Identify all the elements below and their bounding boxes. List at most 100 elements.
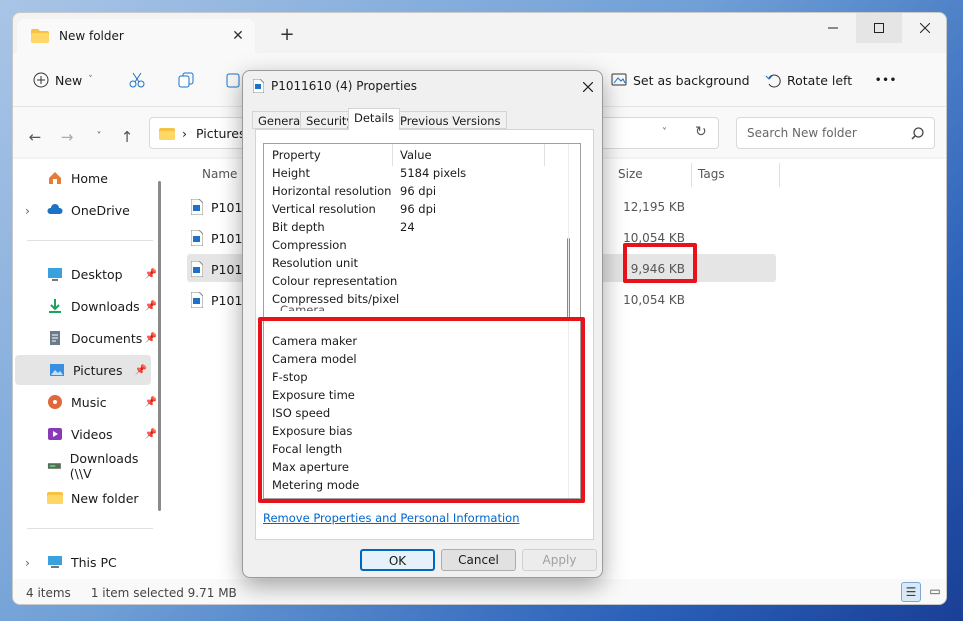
sidebar-item-music[interactable]: Music 📌	[13, 387, 161, 417]
close-tab-icon[interactable]: ✕	[229, 27, 247, 45]
copy-icon	[178, 72, 194, 88]
sidebar-label: OneDrive	[71, 202, 130, 218]
property-name[interactable]: Horizontal resolution	[272, 182, 391, 200]
minimize-button[interactable]	[810, 13, 856, 43]
sidebar-item-new-folder[interactable]: New folder	[13, 483, 161, 513]
tab-details[interactable]: Details	[348, 108, 400, 130]
network-drive-icon	[47, 463, 61, 469]
set-background-button[interactable]: Set as background	[611, 70, 750, 90]
status-bar: 4 items 1 item selected 9.71 MB ☰ ▭	[13, 579, 946, 604]
rotate-left-icon	[765, 74, 781, 88]
sidebar-item-documents[interactable]: Documents 📌	[13, 323, 161, 353]
pin-icon[interactable]: 📌	[145, 429, 157, 440]
column-header-name[interactable]: Name	[202, 167, 237, 181]
column-header-tags[interactable]: Tags	[698, 167, 725, 181]
tab-previous-versions[interactable]: Previous Versions	[394, 111, 507, 129]
header-property[interactable]: Property	[272, 146, 321, 164]
property-value: 5184 pixels	[400, 166, 467, 180]
image-file-icon	[191, 261, 203, 277]
property-name[interactable]: Resolution unit	[272, 254, 358, 272]
wallpaper-icon	[611, 73, 627, 86]
cut-button[interactable]	[129, 70, 145, 90]
close-window-button[interactable]	[902, 13, 946, 43]
dialog-title: P1011610 (4) Properties	[271, 79, 417, 93]
property-name[interactable]: Colour representation	[272, 272, 397, 290]
folder-icon	[31, 29, 49, 43]
sidebar-label: Home	[71, 170, 108, 186]
copy-button[interactable]	[178, 70, 194, 90]
apply-button[interactable]: Apply	[522, 549, 597, 571]
remove-properties-link[interactable]: Remove Properties and Personal Informati…	[263, 511, 520, 525]
properties-dialog: P1011610 (4) Properties General Security…	[242, 70, 603, 578]
maximize-button[interactable]	[856, 13, 902, 43]
property-name[interactable]: Height	[272, 164, 310, 182]
up-arrow-icon[interactable]: ↑	[117, 127, 137, 147]
sidebar-label: Music	[71, 394, 107, 410]
status-selection: 1 item selected 9.71 MB	[90, 585, 237, 600]
new-button[interactable]: New ˅	[33, 70, 93, 90]
sidebar-item-desktop[interactable]: Desktop 📌	[13, 259, 161, 289]
search-placeholder: Search New folder	[747, 126, 857, 140]
sidebar-item-this-pc[interactable]: › This PC	[13, 547, 161, 577]
pin-icon[interactable]: 📌	[145, 301, 157, 312]
new-tab-button[interactable]: +	[277, 25, 297, 45]
back-arrow-icon[interactable]: ←	[25, 127, 45, 147]
sidebar-label: Videos	[71, 426, 113, 442]
tiles-view-icon[interactable]: ▭	[925, 582, 945, 602]
refresh-icon[interactable]: ↻	[695, 124, 707, 140]
cancel-button[interactable]: Cancel	[441, 549, 516, 571]
property-name[interactable]: Compression	[272, 236, 347, 254]
sidebar-label: Desktop	[71, 266, 123, 282]
size-highlight-box	[623, 243, 697, 283]
image-file-icon	[253, 79, 264, 93]
sidebar-item-pictures[interactable]: Pictures 📌	[15, 355, 151, 385]
chevron-down-icon[interactable]: ˅	[662, 127, 667, 138]
section-header-camera[interactable]: Camera	[280, 301, 325, 311]
property-value: 24	[400, 220, 415, 234]
pin-icon[interactable]: 📌	[135, 365, 147, 376]
property-value: 96 dpi	[400, 202, 437, 216]
column-header-size[interactable]: Size	[618, 167, 643, 181]
chevron-down-icon: ˅	[88, 75, 93, 85]
sidebar-label: Downloads	[71, 298, 140, 314]
music-icon	[48, 395, 62, 409]
pin-icon[interactable]: 📌	[145, 397, 157, 408]
status-item-count: 4 items	[26, 585, 71, 600]
search-input[interactable]: Search New folder	[736, 117, 935, 149]
recent-chevron-icon[interactable]: ˅	[89, 127, 109, 147]
ok-button[interactable]: OK	[360, 549, 435, 571]
pin-icon[interactable]: 📌	[145, 269, 157, 280]
document-icon	[50, 331, 60, 345]
forward-arrow-icon[interactable]: →	[57, 127, 77, 147]
breadcrumb-pictures[interactable]: Pictures	[196, 126, 246, 141]
close-icon	[583, 82, 593, 92]
property-name[interactable]: Vertical resolution	[272, 200, 376, 218]
property-name[interactable]: Bit depth	[272, 218, 325, 236]
sidebar-label: Documents	[71, 330, 143, 346]
sidebar-item-downloads[interactable]: Downloads 📌	[13, 291, 161, 321]
sidebar-item-home[interactable]: Home	[13, 163, 161, 193]
close-dialog-button[interactable]	[573, 73, 601, 99]
new-label: New	[55, 72, 83, 88]
close-icon	[920, 23, 930, 33]
set-background-label: Set as background	[633, 72, 750, 88]
header-value[interactable]: Value	[400, 146, 432, 164]
details-view-icon[interactable]: ☰	[901, 582, 921, 602]
chevron-right-icon: ›	[25, 554, 30, 570]
sidebar-item-videos[interactable]: Videos 📌	[13, 419, 161, 449]
file-size: 10,054 KB	[623, 293, 685, 307]
rotate-left-button[interactable]: Rotate left	[765, 70, 852, 90]
sidebar-label: New folder	[71, 490, 139, 506]
tab-new-folder[interactable]: New folder ✕	[17, 19, 255, 53]
paste-icon	[226, 73, 240, 88]
sidebar-label: Pictures	[73, 362, 123, 378]
pictures-icon	[50, 364, 64, 376]
more-options-button[interactable]: •••	[875, 70, 897, 90]
sidebar-item-onedrive[interactable]: › OneDrive	[13, 195, 161, 225]
rotate-left-label: Rotate left	[787, 72, 853, 88]
paste-button[interactable]	[226, 70, 240, 90]
pin-icon[interactable]: 📌	[145, 333, 157, 344]
sidebar-item-network-downloads[interactable]: Downloads (\\V	[13, 451, 157, 481]
camera-section-highlight-box	[258, 317, 585, 503]
maximize-icon	[874, 23, 884, 33]
